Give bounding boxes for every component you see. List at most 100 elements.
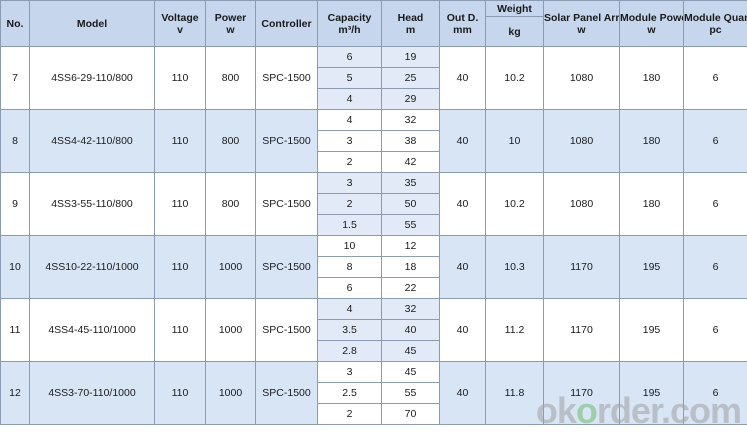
cell-power: 1000	[205, 361, 256, 425]
cell-module-qty: 6	[683, 235, 747, 299]
cell-head: 38	[381, 130, 440, 152]
header-model: Model	[29, 0, 155, 47]
cell-capacity: 8	[317, 256, 382, 278]
cell-outd: 40	[439, 46, 486, 110]
cell-capacity: 3	[317, 361, 382, 383]
header-power: Power w	[205, 0, 256, 47]
cell-head: 45	[381, 361, 440, 383]
cell-solar: 1170	[543, 235, 620, 299]
cell-no: 9	[0, 172, 30, 236]
header-outd: Out D. mm	[439, 0, 486, 47]
cell-controller: SPC-1500	[255, 361, 318, 425]
header-head: Head m	[381, 0, 440, 47]
cell-head: 32	[381, 109, 440, 131]
cell-head: 35	[381, 172, 440, 194]
cell-module-qty: 6	[683, 298, 747, 362]
cell-module-power: 180	[619, 109, 684, 173]
cell-head: 18	[381, 256, 440, 278]
cell-capacity: 5	[317, 67, 382, 89]
cell-module-qty: 6	[683, 172, 747, 236]
cell-solar: 1080	[543, 46, 620, 110]
cell-no: 8	[0, 109, 30, 173]
table-row: 8 4SS4-42-110/800 110 800 SPC-1500 4 32 40 10 108…	[0, 109, 747, 173]
cell-controller: SPC-1500	[255, 172, 318, 236]
cell-capacity: 2.8	[317, 340, 382, 362]
cell-voltage: 110	[154, 46, 206, 110]
cell-head: 22	[381, 277, 440, 299]
cell-module-power: 180	[619, 172, 684, 236]
cell-model: 4SS3-70-110/1000	[29, 361, 155, 425]
cell-voltage: 110	[154, 235, 206, 299]
cell-controller: SPC-1500	[255, 46, 318, 110]
cell-no: 10	[0, 235, 30, 299]
cell-solar: 1080	[543, 172, 620, 236]
cell-power: 800	[205, 109, 256, 173]
header-solar: Solar Panel Array Powerw	[543, 0, 620, 47]
table-body: 7 4SS6-29-110/800 110 800 SPC-1500 6 19 40 10.2 1…	[0, 46, 747, 425]
header-module-qty: Module Quantitypc	[683, 0, 747, 47]
cell-solar: 1170	[543, 298, 620, 362]
cell-module-power: 195	[619, 298, 684, 362]
cell-capacity: 1.5	[317, 214, 382, 236]
cell-weight: 10	[485, 109, 544, 173]
cell-capacity: 6	[317, 46, 382, 68]
cell-module-power: 195	[619, 235, 684, 299]
cell-module-qty: 6	[683, 46, 747, 110]
cell-controller: SPC-1500	[255, 298, 318, 362]
cell-head: 25	[381, 67, 440, 89]
table-row: 11 4SS4-45-110/1000 110 1000 SPC-1500 4 32 40 11…	[0, 298, 747, 362]
cell-power: 800	[205, 46, 256, 110]
cell-outd: 40	[439, 109, 486, 173]
cell-weight: 10.3	[485, 235, 544, 299]
header-capacity: Capacity m³/h	[317, 0, 382, 47]
header-no: No.	[0, 0, 30, 47]
cell-no: 12	[0, 361, 30, 425]
cell-weight: 10.2	[485, 46, 544, 110]
cell-head: 19	[381, 46, 440, 68]
cell-voltage: 110	[154, 109, 206, 173]
cell-solar: 1170	[543, 361, 620, 425]
table-row: 12 4SS3-70-110/1000 110 1000 SPC-1500 3 45 40 11…	[0, 361, 747, 425]
header-weight-unit: kg	[485, 16, 544, 47]
cell-outd: 40	[439, 235, 486, 299]
cell-capacity: 4	[317, 109, 382, 131]
table-row: 10 4SS10-22-110/1000 110 1000 SPC-1500 10 12 40…	[0, 235, 747, 299]
header-module-power: Module Powerw	[619, 0, 684, 47]
spec-table: No. Model Voltage v Power w Controller Cap…	[0, 0, 747, 425]
cell-controller: SPC-1500	[255, 109, 318, 173]
cell-outd: 40	[439, 361, 486, 425]
cell-voltage: 110	[154, 298, 206, 362]
cell-capacity: 10	[317, 235, 382, 257]
cell-model: 4SS4-42-110/800	[29, 109, 155, 173]
table-header: No. Model Voltage v Power w Controller Cap…	[0, 0, 747, 47]
cell-capacity: 6	[317, 277, 382, 299]
cell-solar: 1080	[543, 109, 620, 173]
header-voltage: Voltage v	[154, 0, 206, 47]
cell-capacity: 2	[317, 193, 382, 215]
cell-head: 50	[381, 193, 440, 215]
cell-head: 55	[381, 382, 440, 404]
cell-head: 55	[381, 214, 440, 236]
header-controller: Controller	[255, 0, 318, 47]
cell-model: 4SS10-22-110/1000	[29, 235, 155, 299]
cell-power: 1000	[205, 235, 256, 299]
cell-head: 29	[381, 88, 440, 110]
cell-module-qty: 6	[683, 109, 747, 173]
cell-model: 4SS4-45-110/1000	[29, 298, 155, 362]
cell-voltage: 110	[154, 172, 206, 236]
cell-no: 11	[0, 298, 30, 362]
cell-model: 4SS3-55-110/800	[29, 172, 155, 236]
cell-weight: 10.2	[485, 172, 544, 236]
cell-capacity: 2	[317, 151, 382, 173]
cell-capacity: 4	[317, 88, 382, 110]
cell-module-qty: 6	[683, 361, 747, 425]
header-weight: Weight	[485, 0, 544, 17]
table-row: 9 4SS3-55-110/800 110 800 SPC-1500 3 35 40 10.2 1…	[0, 172, 747, 236]
cell-capacity: 3	[317, 130, 382, 152]
table-row: 7 4SS6-29-110/800 110 800 SPC-1500 6 19 40 10.2 1…	[0, 46, 747, 110]
cell-head: 12	[381, 235, 440, 257]
cell-power: 1000	[205, 298, 256, 362]
cell-capacity: 2	[317, 403, 382, 425]
cell-weight: 11.8	[485, 361, 544, 425]
cell-capacity: 3	[317, 172, 382, 194]
